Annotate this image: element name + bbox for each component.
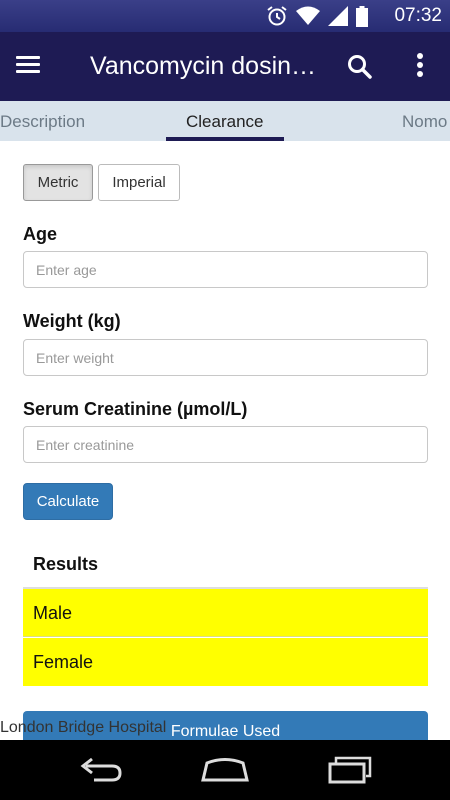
creatinine-label: Serum Creatinine (µmol/L) xyxy=(23,399,248,419)
results-title: Results xyxy=(33,554,99,574)
imperial-toggle[interactable]: Imperial xyxy=(98,164,180,201)
wifi-icon xyxy=(296,6,320,25)
weight-input[interactable] xyxy=(23,339,428,376)
metric-toggle[interactable]: Metric xyxy=(23,164,93,201)
result-female-label: Female xyxy=(33,651,94,672)
system-nav-bar xyxy=(0,740,450,800)
age-input[interactable] xyxy=(23,251,428,288)
calculate-button[interactable]: Calculate xyxy=(23,483,113,520)
alarm-icon xyxy=(267,6,287,26)
status-bar: 07:32 xyxy=(0,0,450,32)
status-icons xyxy=(266,5,368,27)
home-icon[interactable] xyxy=(197,754,253,786)
tab-clearance[interactable]: Clearance xyxy=(186,112,264,132)
row-divider xyxy=(23,636,428,637)
active-tab-indicator xyxy=(166,137,284,141)
result-male-label: Male xyxy=(33,602,73,623)
creatinine-input[interactable] xyxy=(23,426,428,463)
recents-icon[interactable] xyxy=(322,754,378,786)
tab-description[interactable]: Description xyxy=(0,112,85,132)
result-female: Female xyxy=(23,638,428,686)
hospital-name: London Bridge Hospital xyxy=(0,719,167,736)
tab-nomogram[interactable]: Nomo xyxy=(402,112,447,132)
signal-icon xyxy=(328,6,348,26)
result-male: Male xyxy=(23,589,428,637)
battery-icon xyxy=(356,5,368,27)
status-time: 07:32 xyxy=(394,5,442,26)
more-vert-icon[interactable] xyxy=(410,50,430,84)
page-title: Vancomycin dosin… xyxy=(90,52,317,80)
back-icon[interactable] xyxy=(72,754,128,786)
tab-bar: Description Clearance Nomo xyxy=(0,101,450,141)
age-label: Age xyxy=(23,224,58,244)
app-bar: Vancomycin dosin… xyxy=(0,32,450,101)
menu-icon[interactable] xyxy=(16,52,54,82)
weight-label: Weight (kg) xyxy=(23,311,121,331)
search-icon[interactable] xyxy=(345,52,375,82)
